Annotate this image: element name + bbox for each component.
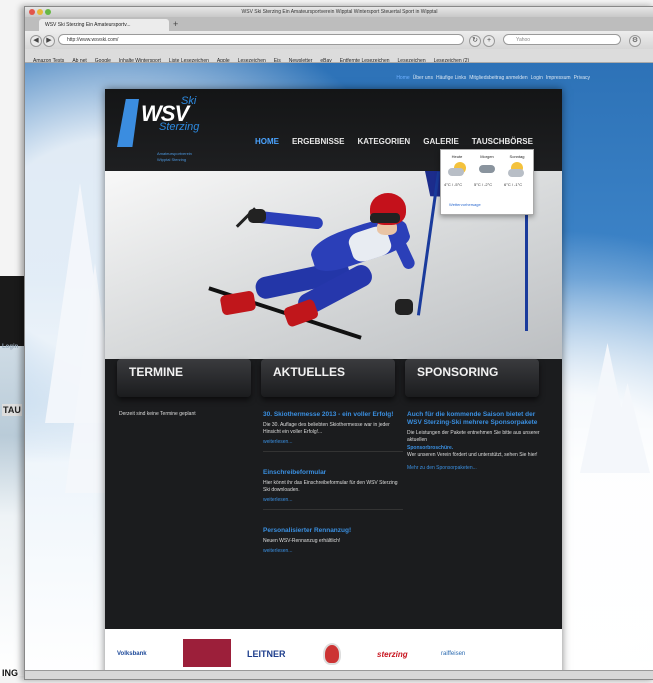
skier-glove — [395, 299, 413, 315]
weather-day: Heute — [451, 154, 463, 159]
nav-ergebnisse[interactable]: ERGEBNISSE — [292, 137, 344, 146]
bookmark-item[interactable]: Google — [95, 55, 111, 62]
tab-termine[interactable]: TERMINE — [117, 359, 251, 397]
logo-subtitle: Amateursportverein — [157, 151, 192, 156]
news-heading[interactable]: 30. Skiothermesse 2013 - ein voller Erfo… — [263, 411, 403, 419]
back-button[interactable]: ◀ — [30, 35, 42, 47]
zoom-window-button[interactable] — [45, 9, 51, 15]
tab-bar: WSV Ski Sterzing Ein Amateursportv... + — [25, 17, 653, 31]
weather-temp: 6°C / -1°C — [504, 182, 523, 187]
sponsoring-heading: Auch für die kommende Saison bietet der … — [407, 411, 538, 426]
bookmark-item[interactable]: Amazon Tests — [33, 55, 64, 62]
bookmark-item[interactable]: Lesezeichen — [398, 55, 426, 62]
status-bar — [25, 670, 653, 679]
news-more-link[interactable]: weiterlesen... — [263, 548, 403, 555]
navigation-bar: ◀ ▶ http://www.wsvski.com/ ↻ + Yahoo ⚙ — [25, 31, 653, 49]
news-divider — [263, 509, 403, 510]
bookmark-item[interactable]: Entfernte Lesezeichen — [340, 55, 390, 62]
news-heading[interactable]: Personalisierter Rennanzug! — [263, 527, 403, 535]
bookmark-item[interactable]: Lesezeichen — [238, 55, 266, 62]
toplink-item[interactable]: Login — [531, 75, 543, 81]
news-text: Hier könnt ihr das Einschreibeformular f… — [263, 480, 398, 493]
news-text: Die 30. Auflage des beliebten Skiotherme… — [263, 422, 390, 435]
address-bar[interactable]: http://www.wsvski.com/ — [58, 34, 464, 45]
bookmark-item[interactable]: Newsletter — [289, 55, 313, 62]
gear-icon[interactable]: ⚙ — [629, 35, 641, 47]
toplink-home[interactable]: Home — [396, 75, 409, 81]
news-text: Neuen WSV-Rennanzug erhältlich! — [263, 538, 341, 544]
nav-kategorien[interactable]: KATEGORIEN — [357, 137, 410, 146]
bookmarks-bar: Amazon Tests Ab net Google Inhalte Wintersp… — [25, 49, 653, 63]
news-more-link[interactable]: weiterlesen... — [263, 497, 403, 504]
weather-day: Sonntag — [509, 154, 525, 159]
sponsoring-text-2: Wer unseren Verein fördert und unterstüt… — [407, 452, 538, 458]
tab-aktuelles[interactable]: AKTUELLES — [261, 359, 395, 397]
gate-pole — [416, 171, 441, 316]
add-bookmark-button[interactable]: + — [483, 35, 495, 47]
skier-goggles — [370, 213, 400, 223]
bookmark-item[interactable]: Liste Lesezeichen — [169, 55, 209, 62]
minimize-window-button[interactable] — [37, 9, 43, 15]
weather-temp: 4°C / -5°C — [444, 182, 463, 187]
tab-sponsoring[interactable]: SPONSORING — [405, 359, 539, 397]
browser-window: WSV Ski Sterzing Ein Amateursportverein … — [24, 6, 653, 680]
news-heading[interactable]: Einschreibeformular — [263, 469, 403, 477]
sponsor-logo-red[interactable] — [183, 639, 231, 667]
sponsoring-text: Die Leistungen der Pakete entnehmen Sie … — [407, 430, 540, 443]
toplink-item[interactable]: Über uns — [413, 75, 433, 81]
news-spacer — [263, 457, 403, 469]
logo-subtitle-2: Wipptal Sterzing — [157, 157, 187, 162]
toplink-item[interactable]: Mitgliedsbeitrag anmelden — [469, 75, 527, 81]
sponsoring-column: Auch für die kommende Saison bietet der … — [407, 411, 547, 472]
logo-flag-icon — [117, 99, 139, 147]
aktuelles-column: 30. Skiothermesse 2013 - ein voller Erfo… — [263, 411, 403, 555]
new-tab-button[interactable]: + — [173, 19, 178, 29]
nav-galerie[interactable]: GALERIE — [423, 137, 459, 146]
reload-button[interactable]: ↻ — [469, 35, 481, 47]
bookmark-item[interactable]: Apple — [217, 55, 230, 62]
weather-widget: Heute Morgen Sonntag 4°C / -5°C 5°C / -2… — [440, 149, 534, 215]
title-bar: WSV Ski Sterzing Ein Amateursportverein … — [25, 7, 653, 17]
tab-wsv[interactable]: WSV Ski Sterzing Ein Amateursportv... — [39, 19, 169, 31]
news-divider — [263, 451, 403, 452]
crest-icon — [323, 643, 341, 665]
termine-text: Derzeit sind keine Termine geplant — [119, 411, 196, 417]
bookmark-item[interactable]: eBay — [320, 55, 331, 62]
nav-tauschb-rse[interactable]: TAUSCHBÖRSE — [472, 137, 533, 146]
toplink-item[interactable]: Häufige Links — [436, 75, 466, 81]
forward-button[interactable]: ▶ — [43, 35, 55, 47]
sponsorbrochure-link[interactable]: Sponsorbroschüre. — [407, 444, 547, 452]
toplink-item[interactable]: Privacy — [574, 75, 590, 81]
window-title: WSV Ski Sterzing Ein Amateursportverein … — [241, 9, 438, 15]
logo-sterzing: Sterzing — [159, 121, 200, 133]
background-window-login: Login — [2, 344, 19, 350]
termine-column: Derzeit sind keine Termine geplant — [119, 411, 259, 418]
wsv-logo[interactable]: WSV Ski Sterzing Amateursportverein Wipp… — [113, 95, 223, 167]
toplink-item[interactable]: Impressum — [546, 75, 571, 81]
main-nav: HOME ERGEBNISSE KATEGORIEN GALERIE TAUSCHBÖR… — [255, 131, 546, 149]
news-more-link[interactable]: weiterlesen... — [263, 439, 403, 446]
skier-boot — [219, 290, 257, 316]
sponsorpakete-link[interactable]: Mehr zu den Sponsorpaketen... — [407, 465, 547, 472]
cloud-snow-icon — [478, 162, 496, 176]
bookmark-item[interactable]: Eis — [274, 55, 281, 62]
news-spacer — [263, 515, 403, 527]
weather-day: Morgen — [480, 154, 494, 159]
top-links: Home Über uns Häufige Links Mitgliedsbeitra… — [393, 75, 590, 81]
background-window-label-2: ING — [2, 668, 19, 678]
background-window-label: TAU — [2, 404, 22, 416]
logo-ski: Ski — [181, 95, 197, 107]
bookmark-item[interactable]: Lesezeichen (2) — [434, 55, 470, 62]
nav-home[interactable]: HOME — [255, 137, 279, 146]
bookmark-item[interactable]: Inhalte Wintersport — [119, 55, 161, 62]
sun-cloud-icon — [508, 162, 526, 177]
sun-cloud-icon — [448, 162, 466, 176]
weather-forecast-link[interactable]: Wettervorhersage — [449, 202, 481, 207]
skier-arm — [391, 235, 417, 271]
bookmark-item[interactable]: Ab net — [72, 55, 86, 62]
close-window-button[interactable] — [29, 9, 35, 15]
search-input[interactable]: Yahoo — [503, 34, 621, 45]
webpage: Home Über uns Häufige Links Mitgliedsbeitra… — [25, 63, 653, 679]
weather-temp: 5°C / -2°C — [474, 182, 493, 187]
